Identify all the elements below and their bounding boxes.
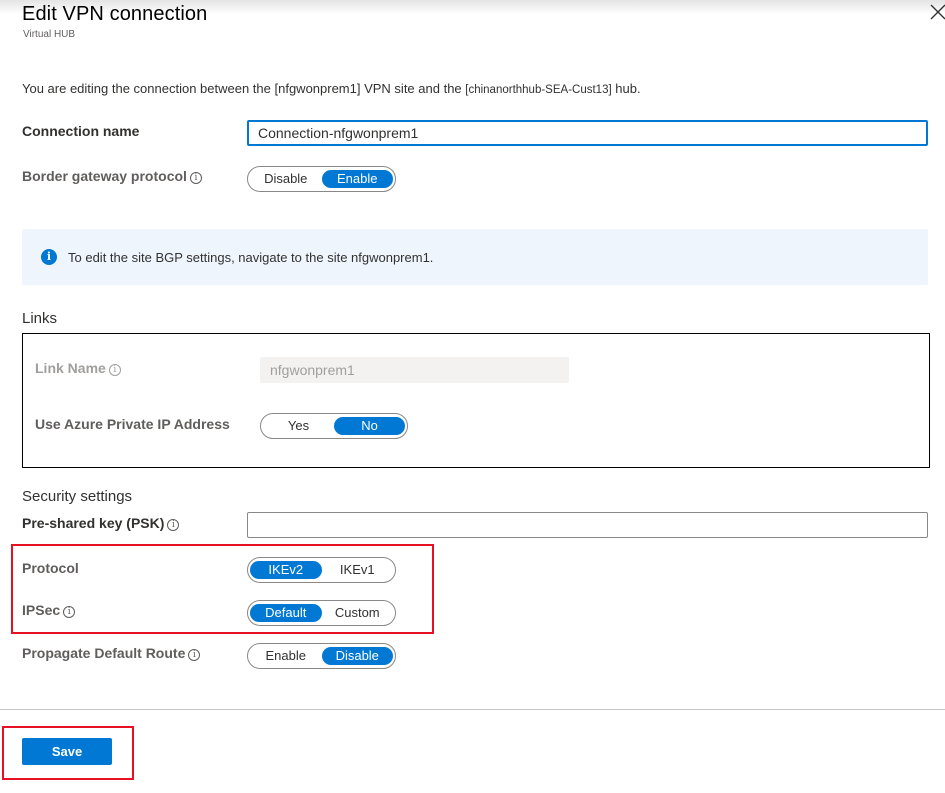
link-name-label-text: Link Name bbox=[35, 360, 106, 376]
connection-name-input[interactable] bbox=[247, 120, 928, 146]
page-title: Edit VPN connection bbox=[22, 3, 208, 25]
close-icon[interactable] bbox=[930, 4, 945, 20]
ipsec-toggle[interactable]: Default Custom bbox=[247, 600, 396, 626]
link-name-input bbox=[260, 357, 569, 383]
propagate-route-toggle[interactable]: Enable Disable bbox=[247, 643, 396, 669]
intro-text: You are editing the connection between t… bbox=[22, 81, 641, 96]
bgp-option-enable[interactable]: Enable bbox=[321, 170, 393, 188]
bgp-label: Border gateway protocol i bbox=[22, 168, 202, 184]
propagate-route-label: Propagate Default Route i bbox=[22, 645, 201, 661]
bgp-label-text: Border gateway protocol bbox=[22, 168, 187, 184]
links-heading: Links bbox=[22, 310, 58, 327]
info-icon[interactable]: i bbox=[108, 364, 121, 376]
private-ip-toggle[interactable]: Yes No bbox=[260, 413, 408, 439]
propagate-route-label-text: Propagate Default Route bbox=[22, 645, 186, 661]
ipsec-label: IPSec i bbox=[22, 602, 76, 618]
link-name-label: Link Name i bbox=[35, 360, 121, 376]
info-icon[interactable]: i bbox=[167, 519, 180, 531]
psk-input[interactable] bbox=[247, 512, 928, 538]
info-icon[interactable]: i bbox=[63, 606, 76, 618]
bgp-toggle[interactable]: Disable Enable bbox=[247, 166, 396, 192]
intro-suffix: hub. bbox=[611, 81, 641, 96]
protocol-option-ikev2[interactable]: IKEv2 bbox=[250, 561, 322, 579]
info-icon[interactable]: i bbox=[188, 649, 201, 661]
bgp-option-disable[interactable]: Disable bbox=[250, 170, 322, 188]
propagate-route-option-disable[interactable]: Disable bbox=[321, 647, 393, 665]
ipsec-label-text: IPSec bbox=[22, 602, 61, 618]
page-subtitle: Virtual HUB bbox=[23, 29, 76, 40]
protocol-label: Protocol bbox=[22, 560, 79, 576]
protocol-option-ikev1[interactable]: IKEv1 bbox=[322, 561, 394, 579]
footer-divider bbox=[0, 709, 945, 710]
propagate-route-option-enable[interactable]: Enable bbox=[250, 647, 322, 665]
security-heading: Security settings bbox=[22, 488, 133, 505]
info-icon[interactable]: i bbox=[189, 172, 202, 184]
private-ip-label: Use Azure Private IP Address bbox=[35, 416, 230, 432]
info-filled-icon: i bbox=[41, 249, 57, 265]
save-button[interactable]: Save bbox=[22, 738, 112, 765]
info-banner-text: To edit the site BGP settings, navigate … bbox=[68, 250, 434, 265]
ipsec-option-custom[interactable]: Custom bbox=[322, 604, 394, 622]
intro-prefix: You are editing the connection between t… bbox=[22, 81, 466, 96]
protocol-toggle[interactable]: IKEv2 IKEv1 bbox=[247, 557, 396, 583]
intro-hub-name: [chinanorthhub-SEA-Cust13] bbox=[465, 84, 612, 96]
ipsec-option-default[interactable]: Default bbox=[250, 604, 322, 622]
connection-name-label: Connection name bbox=[22, 123, 140, 139]
private-ip-option-no[interactable]: No bbox=[334, 417, 405, 435]
psk-label: Pre-shared key (PSK) i bbox=[22, 515, 180, 531]
links-panel bbox=[22, 333, 930, 468]
psk-label-text: Pre-shared key (PSK) bbox=[22, 515, 165, 531]
info-banner: i To edit the site BGP settings, navigat… bbox=[22, 229, 928, 285]
private-ip-option-yes[interactable]: Yes bbox=[263, 417, 334, 435]
